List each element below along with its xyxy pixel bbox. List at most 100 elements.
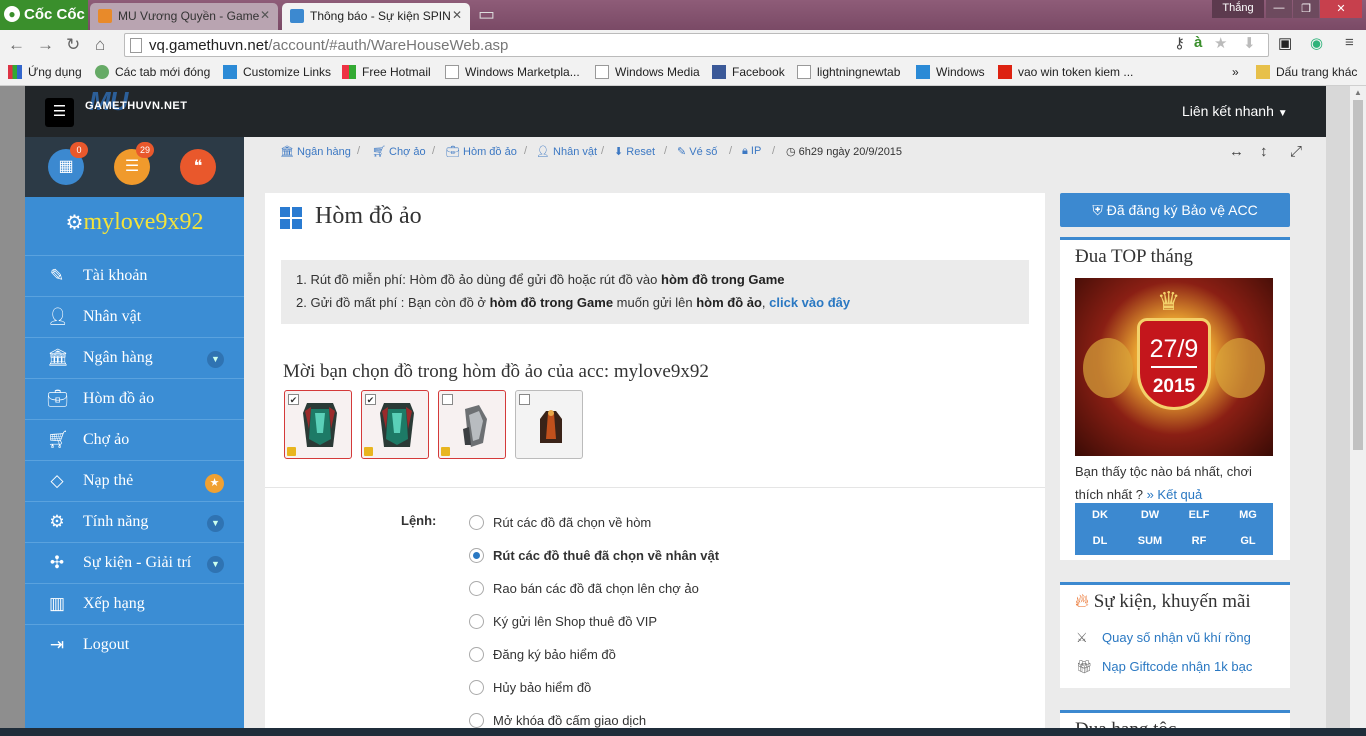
item-checkbox[interactable]: ✔	[288, 394, 299, 405]
crumb-character[interactable]: 👤︎ Nhân vật	[536, 145, 597, 158]
sidebar-item-events[interactable]: ✣ Sự kiện - Giải trí ▼	[25, 542, 244, 583]
scrollbar-thumb[interactable]	[1353, 100, 1363, 450]
crumb-lottery[interactable]: ✎ Vé số	[677, 145, 717, 158]
event-link-dragon-weapon[interactable]: ⚔ Quay số nhận vũ khí rồng	[1076, 630, 1251, 646]
vietnamese-input-icon[interactable]: à	[1194, 34, 1202, 51]
quick-links-dropdown[interactable]: Liên kết nhanh ▼	[1182, 103, 1288, 119]
hamburger-menu-icon[interactable]: ☰	[45, 98, 74, 127]
radio-button[interactable]	[469, 713, 484, 728]
scroll-up-icon[interactable]: ▲	[1354, 88, 1362, 97]
sidebar-item-ranking[interactable]: ▥ Xếp hạng	[25, 583, 244, 624]
g-favicon-icon	[290, 9, 304, 23]
class-button[interactable]: DL	[1075, 535, 1125, 547]
grammarly-icon[interactable]: ◉	[1310, 34, 1323, 52]
results-link[interactable]: » Kết quả	[1147, 487, 1203, 502]
fullscreen-icon[interactable]: ⤢	[1290, 143, 1302, 160]
bookmark-apps[interactable]: Ứng dụng	[8, 65, 82, 79]
option-label: Mở khóa đồ cấm giao dịch	[493, 713, 647, 728]
item-slot[interactable]	[515, 390, 583, 459]
item-checkbox[interactable]	[519, 394, 530, 405]
option-label: Rao bán các đồ đã chọn lên chợ ảo	[493, 581, 699, 596]
radio-button[interactable]	[469, 647, 484, 662]
sidebar-item-features[interactable]: ⚙ Tính năng ▼	[25, 501, 244, 542]
key-icon[interactable]: ⚷	[1174, 34, 1185, 52]
bookmark-facebook[interactable]: Facebook	[712, 65, 785, 79]
close-tab-icon[interactable]: ✕	[452, 8, 462, 22]
class-button[interactable]: DK	[1075, 509, 1125, 521]
sidebar-item-account[interactable]: ✎ Tài khoản	[25, 255, 244, 296]
crumb-reset[interactable]: ⬇ Reset	[614, 145, 655, 158]
item-slot[interactable]: ✔	[361, 390, 429, 459]
more-bookmarks-chevron[interactable]: »	[1232, 65, 1239, 79]
extension-icon[interactable]: ▣	[1278, 34, 1292, 52]
sidebar-item-logout[interactable]: ⇥ Logout	[25, 624, 244, 665]
radio-button[interactable]	[469, 680, 484, 695]
sidebar-item-top-up[interactable]: ◇ Nạp thẻ ★	[25, 460, 244, 501]
bookmark-lightningnewtab[interactable]: lightningnewtab	[797, 65, 900, 79]
close-tab-icon[interactable]: ✕	[260, 8, 270, 22]
expand-height-icon[interactable]: ↕	[1260, 143, 1268, 160]
reload-icon[interactable]: ↻	[66, 35, 80, 55]
class-button[interactable]: MG	[1223, 509, 1273, 521]
item-checkbox[interactable]	[442, 394, 453, 405]
top-month-banner[interactable]: ♛ 27/9 2015	[1075, 278, 1273, 456]
radio-button[interactable]	[469, 614, 484, 629]
sidebar-item-virtual-market[interactable]: 🛒︎ Chợ ảo	[25, 419, 244, 460]
class-button[interactable]: GL	[1223, 535, 1273, 547]
back-icon[interactable]: ←	[8, 35, 25, 55]
sidebar-item-virtual-chest[interactable]: 💼︎ Hòm đồ ảo	[25, 378, 244, 419]
bookmark-label: Windows Marketpla...	[465, 65, 580, 79]
crumb-chest[interactable]: 💼︎ Hòm đồ ảo	[446, 145, 517, 158]
coccoc-brand[interactable]: ● Cốc Cốc	[0, 0, 88, 30]
sidebar-item-bank[interactable]: 🏛︎ Ngân hàng ▼	[25, 337, 244, 378]
edit-icon: ✎	[49, 266, 65, 285]
bookmark-other[interactable]: Dấu trang khác	[1256, 65, 1357, 79]
click-here-link[interactable]: click vào đây	[769, 295, 850, 310]
expand-width-icon[interactable]: ↔	[1229, 143, 1244, 160]
sidebar-item-character[interactable]: 👤︎ Nhân vật	[25, 296, 244, 337]
crumb-ip[interactable]: 🔒︎ IP	[742, 145, 761, 158]
list-button[interactable]: ☰ 29	[114, 142, 154, 185]
new-tab-icon[interactable]: ▭	[478, 4, 495, 25]
crumb-market[interactable]: 🛒︎ Chợ ảo	[372, 145, 426, 158]
radio-button[interactable]	[469, 581, 484, 596]
event-link-giftcode[interactable]: 🎁︎ Nạp Giftcode nhận 1k bạc	[1076, 659, 1252, 675]
bookmark-windows[interactable]: Windows	[916, 65, 985, 79]
bookmark-recent-tabs[interactable]: Các tab mới đóng	[95, 65, 210, 79]
bookmark-star-icon[interactable]: ★	[1214, 34, 1227, 52]
bookmark-windows-media[interactable]: Windows Media	[595, 65, 700, 79]
bookmark-customize-links[interactable]: Customize Links	[223, 65, 331, 79]
download-icon[interactable]: ⬇	[1243, 34, 1256, 52]
radio-button-selected[interactable]	[469, 548, 484, 563]
menu-icon[interactable]: ≡	[1345, 34, 1354, 51]
windows-flag-icon	[342, 65, 356, 79]
forward-icon[interactable]: →	[37, 35, 54, 55]
window-user[interactable]: Thắng	[1212, 0, 1264, 18]
restore-icon[interactable]: ❐	[1293, 0, 1319, 18]
scrollbar[interactable]: ▲	[1350, 86, 1366, 736]
crumb-bank[interactable]: 🏛︎ Ngân hàng	[280, 145, 351, 158]
tab-thong-bao[interactable]: Thông báo - Sự kiện SPIN ✕	[282, 3, 470, 30]
home-icon[interactable]: ⌂	[95, 35, 105, 55]
close-window-icon[interactable]: ✕	[1320, 0, 1362, 18]
bookmark-vao-win[interactable]: vao win token kiem ...	[998, 65, 1133, 79]
class-button[interactable]: ELF	[1174, 509, 1224, 521]
class-button[interactable]: RF	[1174, 535, 1224, 547]
class-button[interactable]: DW	[1125, 509, 1175, 521]
radio-button[interactable]	[469, 515, 484, 530]
item-checkbox[interactable]: ✔	[365, 394, 376, 405]
account-protection-button[interactable]: ⛨ Đã đăng ký Bảo vệ ACC	[1060, 193, 1290, 227]
class-button[interactable]: SUM	[1125, 535, 1175, 547]
chat-button[interactable]: ❝	[180, 149, 216, 185]
url-input[interactable]: vq.gamethuvn.net/account/#auth/WareHouse…	[124, 33, 1269, 57]
item-slot[interactable]	[438, 390, 506, 459]
tab-mu-vuong-quyen[interactable]: MU Vương Quyền - Game ✕	[90, 3, 278, 30]
clock-icon: ◷	[786, 146, 796, 158]
bookmark-free-hotmail[interactable]: Free Hotmail	[342, 65, 431, 79]
page-icon	[797, 65, 811, 79]
site-logo[interactable]: MU GAMETHUVN.NET	[85, 86, 187, 116]
minimize-icon[interactable]: —	[1266, 0, 1292, 18]
bookmark-windows-marketplace[interactable]: Windows Marketpla...	[445, 65, 580, 79]
item-slot[interactable]: ✔	[284, 390, 352, 459]
calendar-button[interactable]: ▦ 0	[48, 142, 88, 185]
